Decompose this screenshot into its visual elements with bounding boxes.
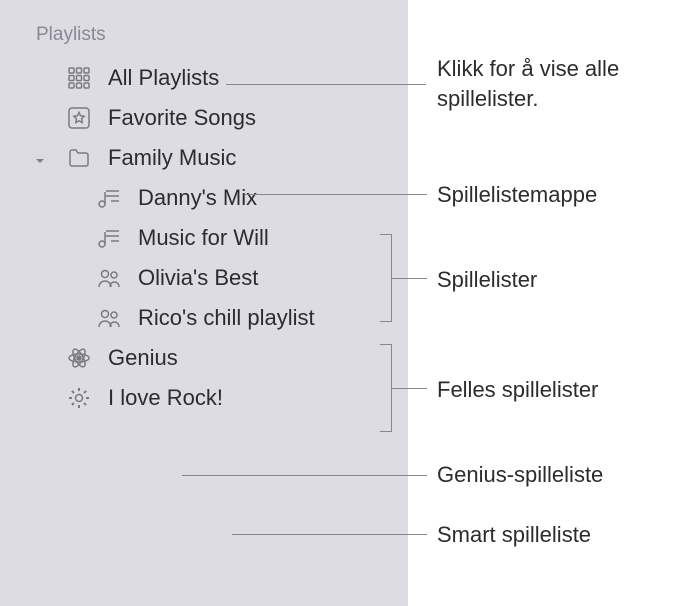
annotation-all-playlists: Klikk for å vise alle spillelister. xyxy=(437,54,657,113)
sidebar-item-favorite-songs[interactable]: Favorite Songs xyxy=(0,98,408,138)
sidebar-item-music-for-will[interactable]: Music for Will xyxy=(0,218,408,258)
leader-line xyxy=(392,278,427,279)
chevron-down-icon[interactable] xyxy=(32,149,50,167)
sidebar-item-dannys-mix[interactable]: Danny's Mix xyxy=(0,178,408,218)
sidebar-item-label: Genius xyxy=(108,345,178,371)
playlist-icon xyxy=(94,225,124,251)
leader-line xyxy=(226,84,426,85)
people-icon xyxy=(94,265,124,291)
annotation-folder: Spillelistemappe xyxy=(437,180,597,210)
sidebar-item-label: Family Music xyxy=(108,145,236,171)
people-icon xyxy=(94,305,124,331)
sidebar-item-genius[interactable]: Genius xyxy=(0,338,408,378)
sidebar-item-i-love-rock[interactable]: I love Rock! xyxy=(0,378,408,418)
atom-icon xyxy=(64,345,94,371)
sidebar-item-label: Olivia's Best xyxy=(138,265,258,291)
sidebar-item-label: Danny's Mix xyxy=(138,185,257,211)
sidebar-item-label: All Playlists xyxy=(108,65,219,91)
annotation-playlists: Spillelister xyxy=(437,265,537,295)
playlist-icon xyxy=(94,185,124,211)
sidebar-item-olivias-best[interactable]: Olivia's Best xyxy=(0,258,408,298)
annotation-genius: Genius-spilleliste xyxy=(437,460,603,490)
bracket xyxy=(380,344,392,432)
gear-icon xyxy=(64,385,94,411)
sidebar: Playlists All Playlists Favorite Songs F… xyxy=(0,0,408,606)
folder-icon xyxy=(64,145,94,171)
leader-line xyxy=(232,534,427,535)
sidebar-item-label: Music for Will xyxy=(138,225,269,251)
sidebar-item-family-music[interactable]: Family Music xyxy=(0,138,408,178)
playlists-section-header: Playlists xyxy=(0,24,408,46)
sidebar-item-ricos-chill[interactable]: Rico's chill playlist xyxy=(0,298,408,338)
sidebar-item-label: Rico's chill playlist xyxy=(138,305,315,331)
sidebar-item-label: Favorite Songs xyxy=(108,105,256,131)
sidebar-item-label: I love Rock! xyxy=(108,385,223,411)
sidebar-item-all-playlists[interactable]: All Playlists xyxy=(0,58,408,98)
annotation-shared: Felles spillelister xyxy=(437,375,598,405)
leader-line xyxy=(245,194,427,195)
star-icon xyxy=(64,105,94,131)
bracket xyxy=(380,234,392,322)
leader-line xyxy=(182,475,427,476)
grid-icon xyxy=(64,65,94,91)
leader-line xyxy=(392,388,427,389)
annotation-smart: Smart spilleliste xyxy=(437,520,591,550)
